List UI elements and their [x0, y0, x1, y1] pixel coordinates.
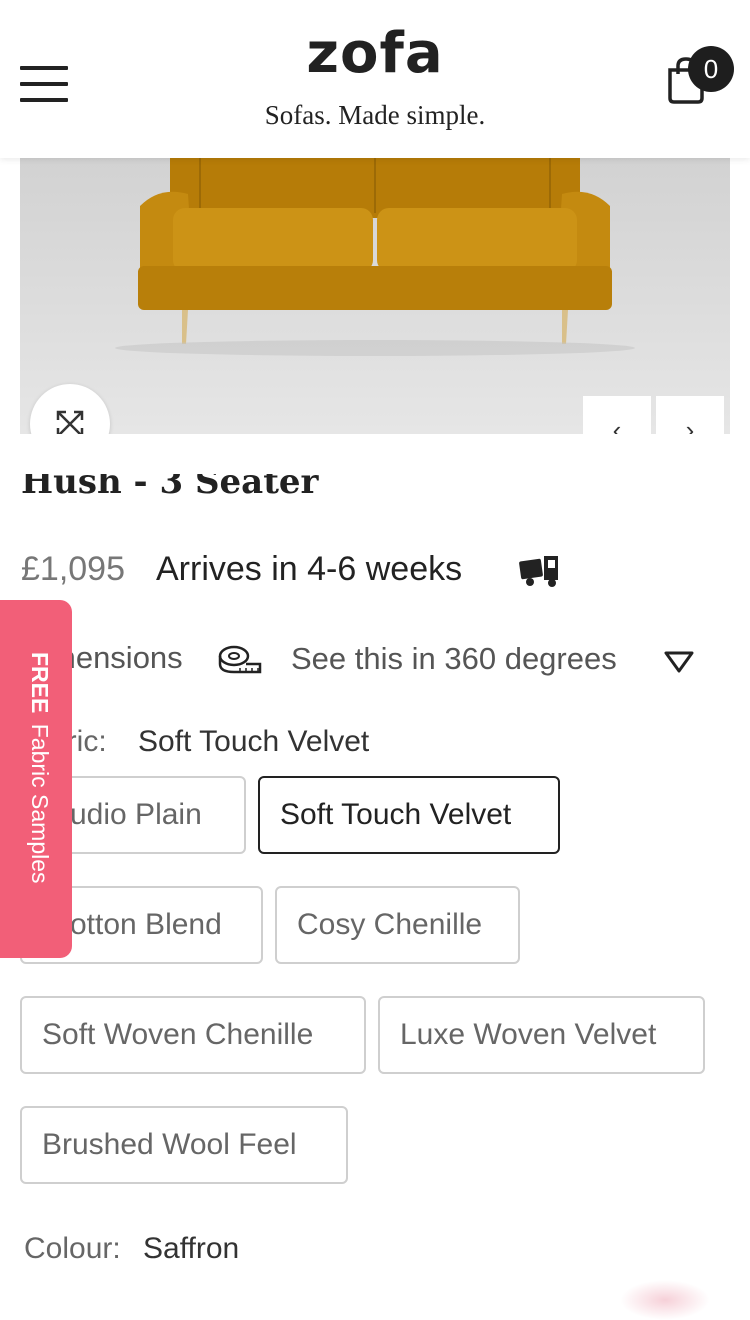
fabric-option-soft-woven-chenille[interactable]: Soft Woven Chenille: [20, 996, 366, 1074]
free-samples-label: FREE Fabric Samples: [19, 652, 53, 912]
colour-label: Colour:: [24, 1232, 121, 1265]
fabric-selected-value: Soft Touch Velvet: [138, 725, 370, 758]
colour-selected-value: Saffron: [143, 1232, 240, 1265]
product-price: £1,095: [21, 550, 125, 588]
fabric-option-luxe-woven-velvet[interactable]: Luxe Woven Velvet: [378, 996, 705, 1074]
tape-measure-icon: [218, 645, 262, 674]
image-cutoff: [0, 434, 750, 474]
fabric-option-brushed-wool-feel[interactable]: Brushed Wool Feel: [20, 1106, 348, 1184]
triangle-down-icon[interactable]: [664, 650, 694, 674]
delivery-truck-icon: [519, 556, 558, 587]
colour-swatch-partial[interactable]: [620, 1280, 710, 1320]
sofa-illustration: [20, 158, 730, 434]
tagline: Sofas. Made simple.: [264, 100, 486, 130]
free-fabric-samples-tab[interactable]: FREE Fabric Samples: [0, 600, 72, 958]
free-label: FREE: [27, 652, 53, 714]
fabric-samples-label: Fabric Samples: [27, 723, 53, 884]
cart-button[interactable]: 0: [664, 46, 736, 110]
delivery-estimate: Arrives in 4-6 weeks: [156, 550, 463, 588]
view-360-link[interactable]: See this in 360 degrees: [291, 641, 617, 677]
product-image[interactable]: [20, 158, 730, 434]
cart-count-badge: 0: [688, 46, 734, 92]
logo[interactable]: zofa: [0, 18, 750, 90]
site-header: zofa Sofas. Made simple. 0: [0, 0, 750, 158]
fabric-option-soft-touch-velvet[interactable]: Soft Touch Velvet: [258, 776, 560, 854]
fabric-option-cosy-chenille[interactable]: Cosy Chenille: [275, 886, 520, 964]
